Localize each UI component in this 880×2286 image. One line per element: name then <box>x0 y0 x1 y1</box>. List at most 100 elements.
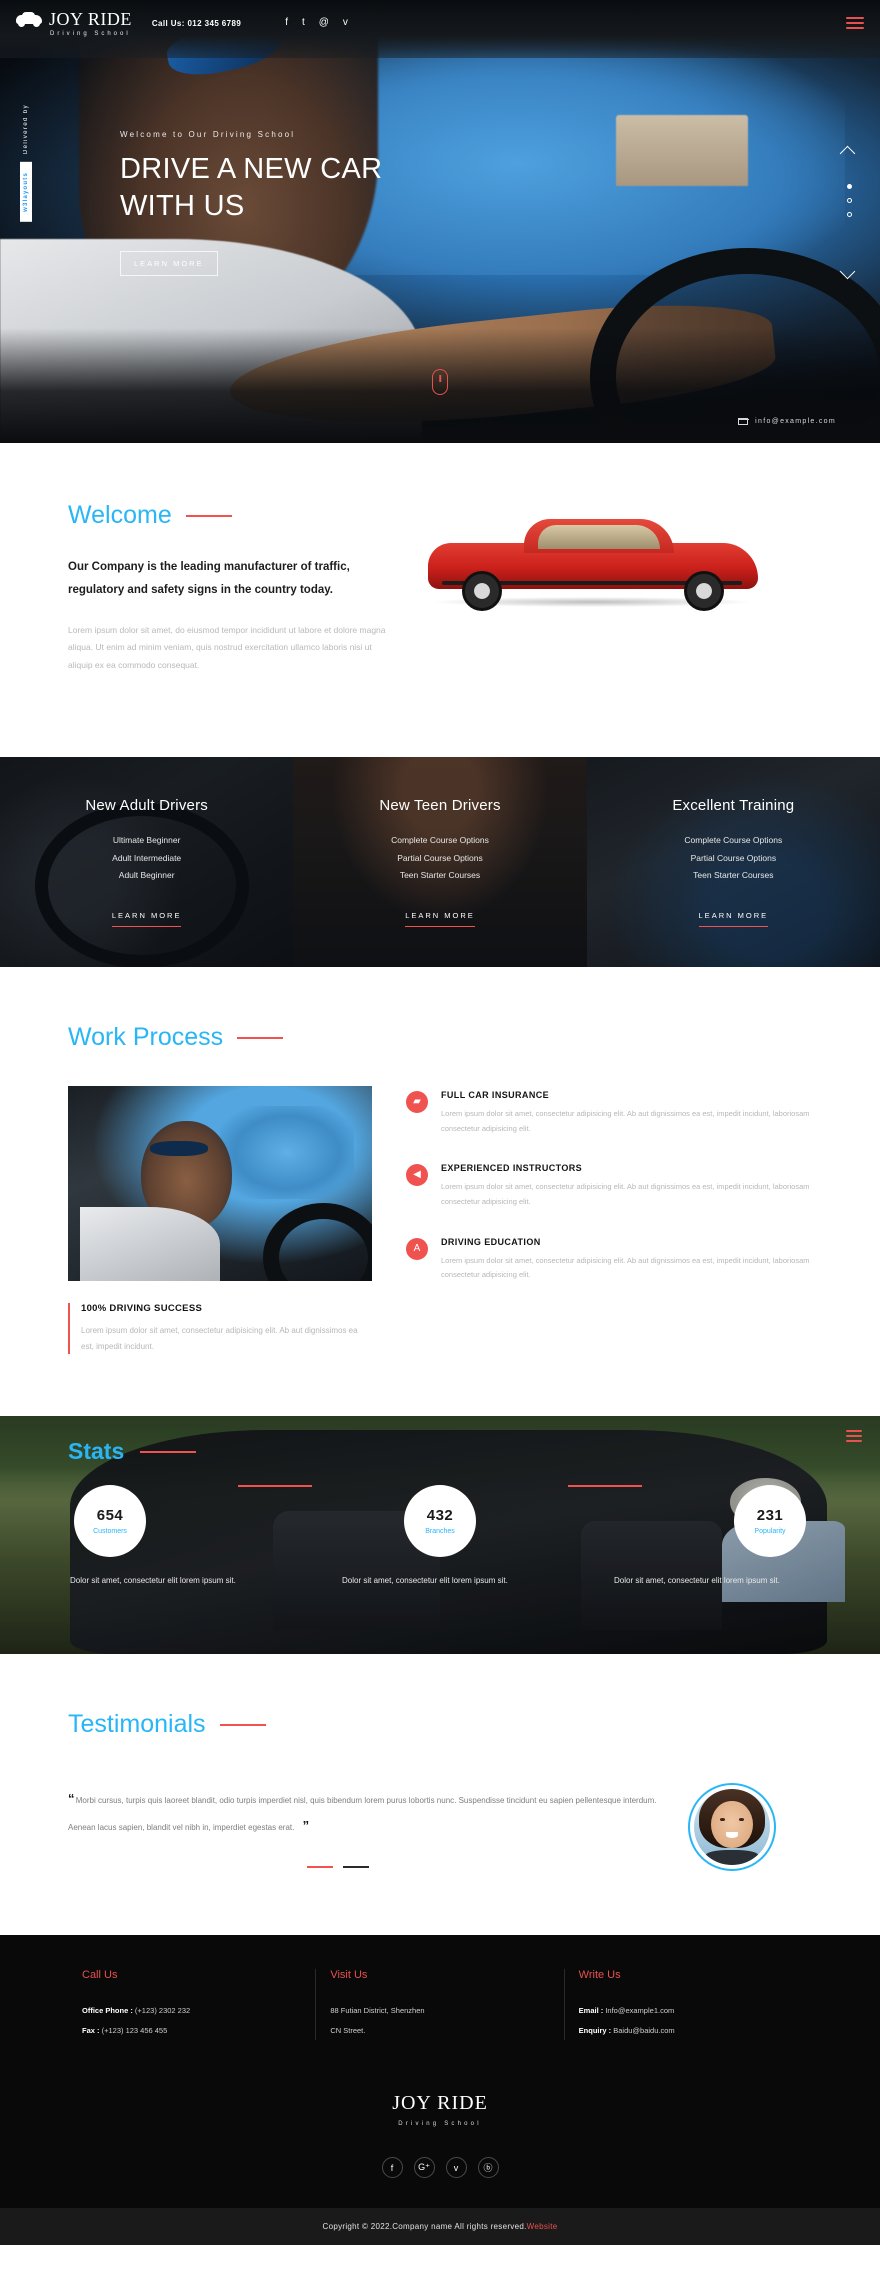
hamburger-menu-icon[interactable] <box>846 17 864 29</box>
hero-learn-more-button[interactable]: LEARN MORE <box>120 251 218 277</box>
hero-title: DRIVE A NEW CAR WITH US <box>120 151 382 225</box>
welcome-body-paragraph: Lorem ipsum dolor sit amet, do eiusmod t… <box>68 625 386 670</box>
course-card-excellent-training[interactable]: Excellent Training Complete Course Optio… <box>586 757 880 967</box>
list-item: Adult Beginner <box>118 870 175 881</box>
course-card-new-teen-drivers[interactable]: New Teen Drivers Complete Course Options… <box>293 757 587 967</box>
hero-copy: Welcome to Our Driving School DRIVE A NE… <box>120 130 382 277</box>
testimonial-slider-dots[interactable] <box>68 1865 658 1869</box>
footer-columns: Call Us Office Phone : (+123) 2302 232 F… <box>68 1969 812 2041</box>
testimonial-quote-text: Morbi cursus, turpis quis laoreet blandi… <box>68 1796 657 1832</box>
feature-text: Lorem ipsum dolor sit amet, consectetur … <box>441 1255 810 1280</box>
welcome-section: Welcome Our Company is the leading manuf… <box>0 443 880 757</box>
testimonial-dot-1[interactable] <box>307 1865 333 1869</box>
footer-logo[interactable]: JOY RIDE Driving School <box>68 2092 812 2127</box>
footer-social-links: f G⁺ ᴠ ⓑ <box>68 2157 812 2179</box>
footer-line: Office Phone : (+123) 2302 232 <box>82 2001 301 2021</box>
welcome-heading-text: Welcome <box>68 501 172 529</box>
welcome-image-column <box>418 501 812 691</box>
stat-connector <box>568 1485 642 1488</box>
testimonial-avatar <box>688 1783 776 1872</box>
work-process-section: Work Process 100% DRIVING SUCCESS Lorem … <box>0 967 880 1417</box>
stat-circle-popularity: 231 Popularity <box>734 1485 806 1558</box>
work-process-photo <box>68 1086 372 1281</box>
instagram-icon[interactable]: @ <box>319 18 329 28</box>
footer-heading: Call Us <box>82 1969 118 1982</box>
course-cards-section: New Adult Drivers Ultimate Beginner Adul… <box>0 757 880 967</box>
footer-line: Email : Info@example1.com <box>579 2001 798 2021</box>
site-logo[interactable]: JOY RIDE Driving School <box>16 9 132 37</box>
testimonials-section: Testimonials “ Morbi cursus, turpis quis… <box>0 1654 880 1936</box>
copyright-link[interactable]: Website <box>527 2222 558 2231</box>
stat-label: Customers <box>93 1528 127 1536</box>
feature-text: Lorem ipsum dolor sit amet, consectetur … <box>441 1109 810 1133</box>
hero-title-line-1: DRIVE A NEW CAR <box>120 153 383 185</box>
feature-experienced-instructors: ◀ EXPERIENCED INSTRUCTORS Lorem ipsum do… <box>406 1163 812 1209</box>
delivered-by-badge[interactable]: w3layouts Delivered by <box>18 96 34 222</box>
scroll-down-indicator[interactable] <box>432 369 448 395</box>
chevron-up-icon[interactable] <box>840 148 856 158</box>
chevron-down-icon[interactable] <box>840 268 856 278</box>
call-us-text: Call Us: 012 345 6789 <box>151 18 242 28</box>
footer-column-visit-us: Visit Us 88 Futian District, Shenzhen CN… <box>315 1969 563 2041</box>
slider-dot-1[interactable] <box>847 184 852 189</box>
stats-hamburger-menu-icon[interactable] <box>846 1430 862 1443</box>
slider-dot-2[interactable] <box>847 198 852 203</box>
hero-email-block[interactable]: info@example.com <box>738 418 836 425</box>
stats-circles: 654 Customers 432 Branches 231 Popularit… <box>68 1485 812 1558</box>
footer-line: Enquiry : Baidu@baidu.com <box>579 2021 798 2041</box>
facebook-icon[interactable]: f <box>381 2157 403 2179</box>
footer-line-label: Fax : <box>82 2025 102 2035</box>
footer-line-label: Email : <box>578 2006 606 2016</box>
list-item: Partial Course Options <box>397 852 483 863</box>
card-list: Complete Course Options Partial Course O… <box>587 832 880 886</box>
feature-text: Lorem ipsum dolor sit amet, consectetur … <box>441 1182 810 1206</box>
footer-logo-subtitle: Driving School <box>398 2121 482 2128</box>
stat-label: Branches <box>425 1528 455 1536</box>
footer-line-label: Enquiry : <box>578 2025 614 2035</box>
footer-line-value: 88 Futian District, Shenzhen <box>330 2006 425 2016</box>
slider-dot-3[interactable] <box>847 212 852 217</box>
course-card-new-adult-drivers[interactable]: New Adult Drivers Ultimate Beginner Adul… <box>0 757 294 967</box>
delivered-by-label: Delivered by <box>23 104 29 155</box>
list-item: Partial Course Options <box>690 852 777 863</box>
feature-list: ▰ FULL CAR INSURANCE Lorem ipsum dolor s… <box>406 1086 812 1310</box>
card-title: New Adult Drivers <box>85 796 208 814</box>
card-learn-more-button[interactable]: LEARN MORE <box>111 911 182 928</box>
hero-title-line-2: WITH US <box>120 190 245 223</box>
twitter-icon[interactable]: ᴠ <box>445 2157 467 2179</box>
feature-full-car-insurance: ▰ FULL CAR INSURANCE Lorem ipsum dolor s… <box>406 1090 812 1136</box>
hero-email-text: info@example.com <box>755 418 836 425</box>
card-title: New Teen Drivers <box>379 796 501 814</box>
footer-line-value: Baidu@baidu.com <box>613 2025 675 2035</box>
stat-note: Dolor sit amet, consectetur elit lorem i… <box>70 1576 236 1586</box>
footer-line-label: Office Phone : <box>82 2006 135 2016</box>
copyright-bar: Copyright © 2022.Company name All rights… <box>0 2208 880 2246</box>
list-item: Teen Starter Courses <box>693 870 774 881</box>
footer-line: CN Street. <box>330 2021 549 2041</box>
envelope-icon <box>738 418 749 425</box>
footer-logo-title: JOY RIDE <box>392 2092 488 2115</box>
card-learn-more-button[interactable]: LEARN MORE <box>698 911 769 928</box>
landing-page: JOY RIDE Driving School Call Us: 012 345… <box>0 0 880 2246</box>
footer-line-value: Info@example1.com <box>605 2006 675 2016</box>
testimonial-dot-2[interactable] <box>343 1865 369 1869</box>
facebook-icon[interactable]: f <box>285 18 288 28</box>
card-title: Excellent Training <box>672 796 795 814</box>
hero-slider-dots[interactable] <box>847 184 852 226</box>
footer-line: 88 Futian District, Shenzhen <box>330 2001 549 2021</box>
twitter-icon[interactable]: t <box>302 18 305 28</box>
road-icon: A <box>406 1237 428 1260</box>
megaphone-icon: ◀ <box>406 1164 428 1187</box>
vimeo-icon[interactable]: v <box>343 18 348 28</box>
work-process-heading-text: Work Process <box>68 1023 224 1051</box>
feature-title: FULL CAR INSURANCE <box>441 1090 550 1100</box>
list-item: Teen Starter Courses <box>399 870 481 881</box>
card-learn-more-button[interactable]: LEARN MORE <box>405 911 475 928</box>
delivered-by-brand: w3layouts <box>20 162 32 222</box>
testimonial-quote: “ Morbi cursus, turpis quis laoreet blan… <box>68 1786 658 1839</box>
heading-rule <box>237 1036 284 1039</box>
hero-kicker: Welcome to Our Driving School <box>120 130 296 139</box>
google-plus-icon[interactable]: G⁺ <box>413 2157 435 2179</box>
stat-value: 432 <box>426 1507 454 1525</box>
dribbble-icon[interactable]: ⓑ <box>477 2157 499 2179</box>
